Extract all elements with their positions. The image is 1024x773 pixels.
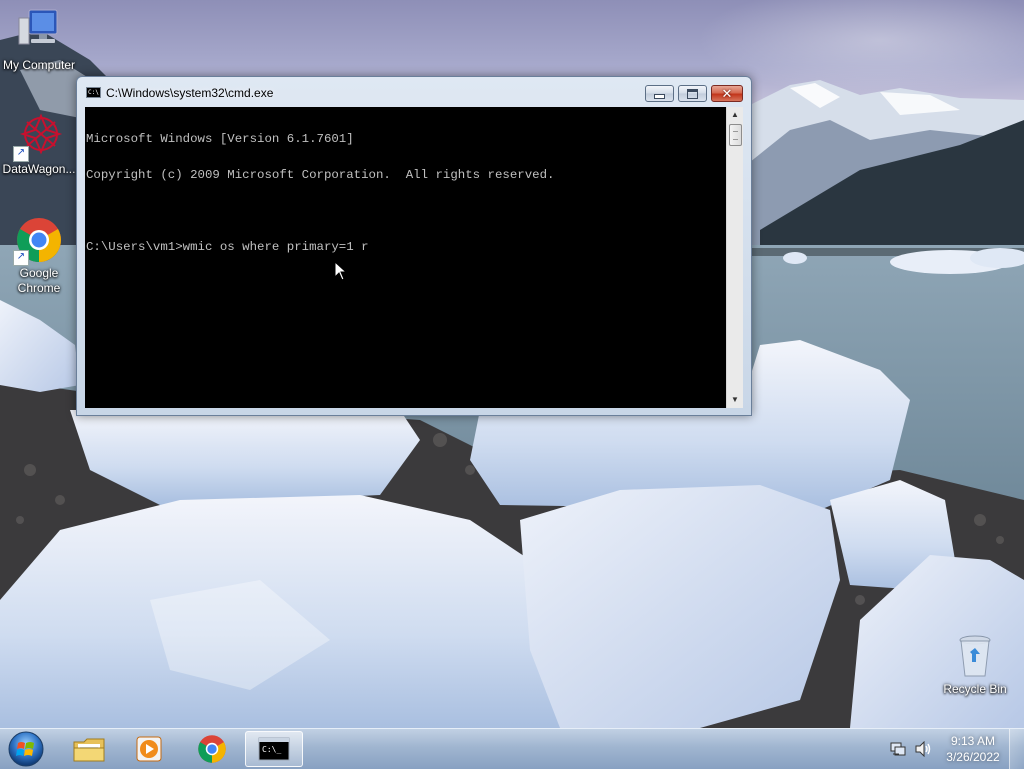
desktop-icon-google-chrome[interactable]: ↗ Google Chrome xyxy=(0,216,78,296)
desktop-icon-label: DataWagon... xyxy=(2,162,76,176)
network-icon[interactable] xyxy=(890,741,906,757)
clock-date: 3/26/2022 xyxy=(946,750,1000,764)
maximize-icon xyxy=(687,88,698,99)
minimize-button[interactable] xyxy=(645,85,674,102)
desktop-icon-recycle-bin[interactable]: Recycle Bin xyxy=(936,632,1014,697)
taskbar-clock[interactable]: 9:13 AM 3/26/2022 xyxy=(942,733,1004,765)
datawagon-icon: ↗ xyxy=(13,112,63,162)
svg-text:C:\_: C:\_ xyxy=(262,745,281,754)
minimize-icon xyxy=(654,94,665,99)
chrome-icon: ↗ xyxy=(13,216,63,266)
system-tray: 9:13 AM 3/26/2022 xyxy=(884,729,1024,769)
desktop-icon-my-computer[interactable]: My Computer xyxy=(0,8,78,73)
desktop-icon-datawagon[interactable]: ↗ DataWagon... xyxy=(0,112,78,177)
windows-start-orb-icon xyxy=(8,731,44,767)
desktop-icon-label: My Computer xyxy=(2,58,76,72)
taskbar-chrome[interactable] xyxy=(183,731,241,767)
show-desktop-button[interactable] xyxy=(1009,729,1024,769)
close-button[interactable]: ✕ xyxy=(711,85,743,102)
media-player-icon xyxy=(136,736,162,762)
console-output[interactable]: Microsoft Windows [Version 6.1.7601] Cop… xyxy=(85,107,726,408)
computer-icon xyxy=(15,8,63,56)
desktop-icon-label: Google Chrome xyxy=(17,266,61,295)
cmd-icon: C:\_ xyxy=(258,737,290,761)
taskbar-file-explorer[interactable] xyxy=(60,731,118,767)
mouse-cursor-icon xyxy=(334,261,348,281)
window-titlebar[interactable]: C:\ C:\Windows\system32\cmd.exe ✕ xyxy=(77,77,751,105)
maximize-button[interactable] xyxy=(678,85,707,102)
shortcut-arrow-icon: ↗ xyxy=(13,146,29,162)
scroll-up-arrow-icon[interactable]: ▲ xyxy=(727,107,743,123)
close-icon: ✕ xyxy=(721,86,733,101)
cmd-window[interactable]: C:\ C:\Windows\system32\cmd.exe ✕ Micros… xyxy=(76,76,752,416)
shortcut-arrow-icon: ↗ xyxy=(13,250,29,266)
clock-time: 9:13 AM xyxy=(950,734,996,748)
taskbar: C:\_ 9:13 AM 3/26/2022 xyxy=(0,728,1024,769)
console-line: Microsoft Windows [Version 6.1.7601] xyxy=(86,132,354,146)
taskbar-cmd[interactable]: C:\_ xyxy=(245,731,303,767)
volume-icon[interactable] xyxy=(914,741,932,757)
scroll-down-arrow-icon[interactable]: ▼ xyxy=(727,392,743,408)
window-title: C:\Windows\system32\cmd.exe xyxy=(106,86,274,100)
console-prompt-line: C:\Users\vm1>wmic os where primary=1 r xyxy=(86,240,369,254)
start-button[interactable] xyxy=(6,730,46,768)
cmd-icon: C:\ xyxy=(86,87,101,98)
console-line: Copyright (c) 2009 Microsoft Corporation… xyxy=(86,168,555,182)
scrollbar-thumb[interactable] xyxy=(729,124,742,146)
file-explorer-icon xyxy=(73,738,105,762)
desktop-icon-label: Recycle Bin xyxy=(943,682,1007,696)
vertical-scrollbar[interactable]: ▲ ▼ xyxy=(726,107,743,408)
recycle-bin-icon xyxy=(951,632,999,680)
chrome-icon xyxy=(198,735,226,763)
taskbar-media-player[interactable] xyxy=(120,731,178,767)
